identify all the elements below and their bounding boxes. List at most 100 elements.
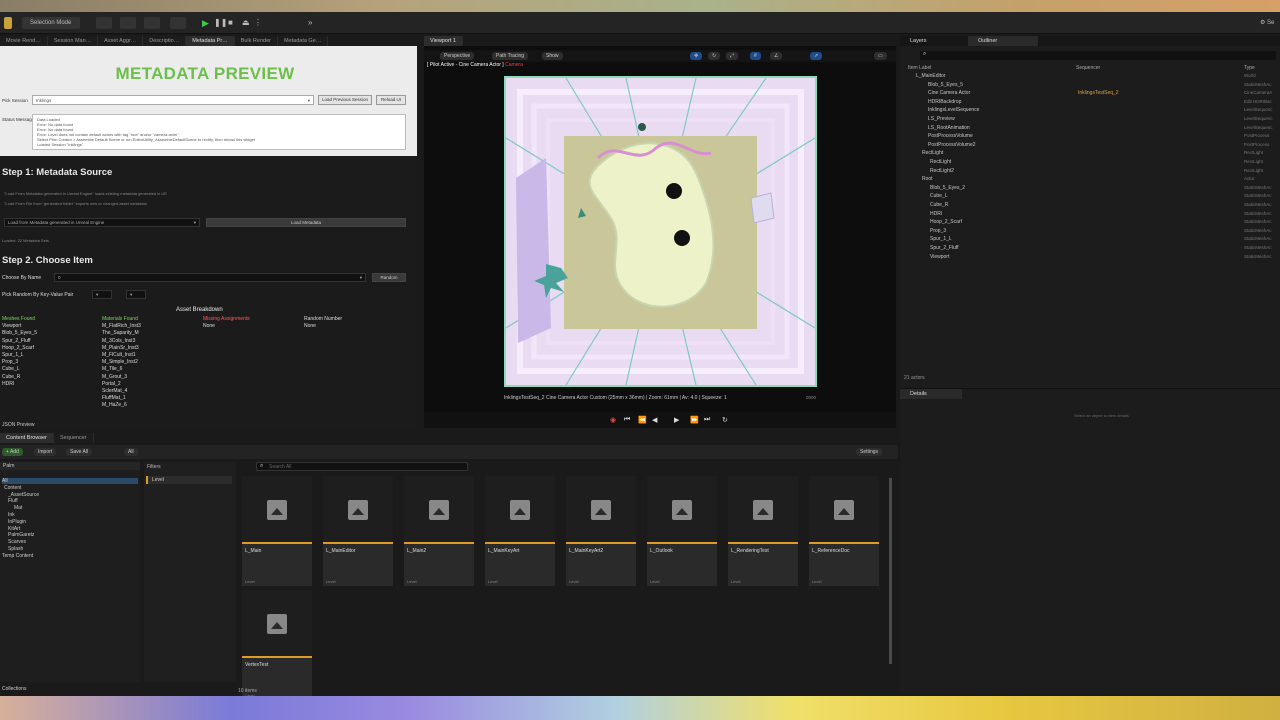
record-icon[interactable]: ◉: [610, 416, 616, 424]
tree-item[interactable]: PalmGaretz: [8, 532, 34, 538]
outliner-row[interactable]: PostProcessVolume: [928, 132, 973, 140]
column-type[interactable]: Type: [1244, 64, 1255, 72]
step-back-icon[interactable]: ⏪: [638, 416, 647, 424]
breadcrumb[interactable]: All: [124, 448, 138, 456]
outliner-row[interactable]: Spur_2_Fluff: [930, 244, 959, 252]
tree-item[interactable]: Content: [4, 485, 22, 491]
expand-icon[interactable]: »: [308, 17, 312, 29]
key-dropdown[interactable]: ▾: [92, 290, 112, 299]
outliner-row[interactable]: RectLight2: [930, 167, 954, 175]
outliner-row[interactable]: Hoop_2_Scarf: [930, 218, 962, 226]
tab-outliner[interactable]: Outliner: [968, 36, 1038, 46]
step-forward-icon[interactable]: ⏩: [690, 416, 699, 424]
outliner-search-input[interactable]: ⌕: [920, 51, 1276, 60]
eject-icon[interactable]: ⏏: [242, 17, 250, 29]
loop-icon[interactable]: ↻: [722, 416, 728, 424]
rotate-icon[interactable]: ↻: [708, 52, 721, 60]
tree-item[interactable]: Scarves: [8, 539, 26, 545]
random-button[interactable]: Random: [372, 273, 406, 282]
camera-speed-icon[interactable]: ⇗: [810, 52, 823, 60]
tree-item[interactable]: Ink: [8, 512, 15, 518]
tree-item[interactable]: Splash: [8, 546, 23, 552]
choose-by-name-dropdown[interactable]: 0 ▾: [54, 273, 366, 282]
tree-item[interactable]: Temp Content: [2, 553, 33, 559]
tab-layers[interactable]: Layers: [900, 36, 927, 46]
outliner-row[interactable]: Root: [922, 175, 933, 183]
tab-movie-render[interactable]: Movie Rend…: [0, 36, 48, 46]
quick-add-icon[interactable]: [96, 17, 112, 29]
asset-search-input[interactable]: ⌕ Search All: [256, 462, 468, 471]
selection-mode-dropdown[interactable]: Selection Mode: [22, 17, 80, 29]
outliner-row[interactable]: L_MainEditor: [916, 72, 945, 80]
asset-tile[interactable]: L_MainEditor Level: [323, 476, 393, 586]
outliner-row[interactable]: Cube_R: [930, 201, 948, 209]
play-icon[interactable]: ▶: [202, 17, 209, 29]
outliner-row[interactable]: PostProcessVolume2: [928, 141, 976, 149]
tab-sequencer[interactable]: Sequencer: [53, 433, 94, 443]
outliner-row[interactable]: Blob_5_Eyes_5: [928, 81, 963, 89]
column-item-label[interactable]: Item Label: [908, 64, 931, 72]
metadata-source-dropdown[interactable]: Load from Metadata generated in Unreal E…: [4, 218, 200, 227]
outliner-row[interactable]: RectLight: [930, 158, 951, 166]
outliner-row[interactable]: Viewport: [930, 253, 949, 261]
blueprint-icon[interactable]: [120, 17, 136, 29]
asset-tile[interactable]: VertexTestLevel: [242, 590, 312, 700]
save-all-button[interactable]: Save All: [66, 448, 93, 456]
asset-scrollbar[interactable]: [889, 478, 892, 664]
outliner-row[interactable]: InklingsLevelSequence: [928, 106, 979, 114]
show-button[interactable]: Show: [542, 52, 563, 60]
tab-asset-aggregator[interactable]: Asset Aggr…: [98, 36, 144, 46]
tree-item[interactable]: Fluff: [8, 498, 18, 504]
grid-snap-icon[interactable]: #: [750, 52, 761, 60]
load-metadata-button[interactable]: Load Metadata: [206, 218, 406, 227]
play-forward-icon[interactable]: ▶: [674, 416, 679, 424]
outliner-row[interactable]: Blob_5_Eyes_2: [930, 184, 965, 192]
load-previous-session-button[interactable]: Load Previous Session: [318, 95, 372, 105]
jump-end-icon[interactable]: ⏭: [704, 416, 710, 424]
asset-tile[interactable]: L_RenderingTest Level: [728, 476, 798, 586]
tab-metadata-generator[interactable]: Metadata Ge…: [277, 36, 329, 46]
reverse-icon[interactable]: ◀: [652, 416, 657, 424]
filter-level[interactable]: Level: [146, 476, 232, 484]
perspective-button[interactable]: Perspective: [440, 52, 475, 60]
outliner-row[interactable]: Spur_1_L: [930, 235, 952, 243]
asset-tile[interactable]: L_Main Level: [242, 476, 312, 586]
outliner-row[interactable]: HDRIBackdrop: [928, 98, 961, 106]
outliner-row[interactable]: HDRI: [930, 210, 942, 218]
column-sequencer[interactable]: Sequencer: [1076, 64, 1100, 72]
tab-metadata-preview[interactable]: Metadata Pr…: [186, 36, 235, 46]
outliner-row[interactable]: Cube_L: [930, 192, 948, 200]
tab-details[interactable]: Details: [900, 389, 962, 399]
tree-item[interactable]: Mat: [14, 505, 22, 511]
path-tracing-button[interactable]: Path Tracing: [492, 52, 529, 60]
outliner-row[interactable]: Prop_3: [930, 227, 946, 235]
add-button[interactable]: + Add: [2, 448, 23, 456]
tab-session-manager[interactable]: Session Man…: [47, 36, 99, 46]
tree-item[interactable]: KitArt: [8, 526, 20, 532]
asset-tile[interactable]: L_Outlook Level: [647, 476, 717, 586]
pause-icon[interactable]: ❚❚: [214, 17, 227, 29]
value-dropdown[interactable]: ▾: [126, 290, 146, 299]
outliner-row[interactable]: LS_RootAnimation: [928, 124, 970, 132]
asset-tile[interactable]: L_Main2 Level: [404, 476, 474, 586]
scale-icon[interactable]: ⤢: [726, 52, 739, 60]
stop-icon[interactable]: ■: [228, 17, 233, 29]
asset-tile[interactable]: L_MainKeyArt Level: [485, 476, 555, 586]
outliner-row[interactable]: LS_Preview: [928, 115, 955, 123]
jump-start-icon[interactable]: ⏮: [624, 416, 630, 424]
asset-tile[interactable]: L_MainKeyArt2 Level: [566, 476, 636, 586]
tab-content-browser[interactable]: Content Browser: [0, 433, 54, 443]
tab-viewport[interactable]: Viewport 1: [424, 36, 463, 46]
status-messages-box[interactable]: Data Loaded Error: No data found Error: …: [32, 114, 406, 150]
import-button[interactable]: Import: [34, 448, 57, 456]
tree-item[interactable]: InPlugin: [8, 519, 26, 525]
tree-item[interactable]: All: [2, 478, 138, 484]
settings-button[interactable]: Settings: [856, 448, 883, 456]
angle-snap-icon[interactable]: ∠: [770, 52, 783, 60]
pick-session-dropdown[interactable]: Inklings ▾: [32, 95, 314, 105]
tab-bulk-render[interactable]: Bulk Render: [234, 36, 278, 46]
more-icon[interactable]: ⋮: [254, 17, 262, 29]
cinematics-icon[interactable]: [144, 17, 160, 29]
outliner-row[interactable]: RectLight: [922, 149, 943, 157]
reload-ui-button[interactable]: Reload UI: [376, 95, 406, 105]
